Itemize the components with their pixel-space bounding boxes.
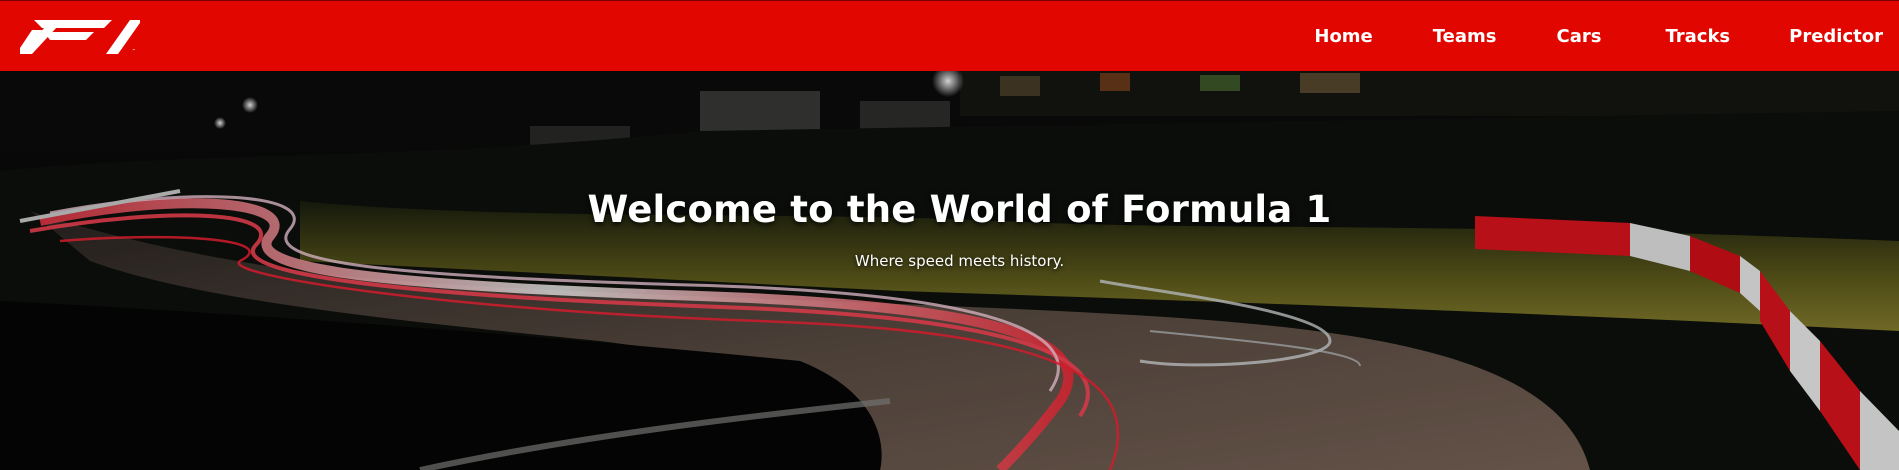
top-navbar: ™ Home Teams Cars Tracks Predictor (0, 0, 1899, 71)
nav-tracks-link[interactable]: Tracks (1665, 26, 1730, 47)
f1-logo-icon[interactable]: ™ (20, 20, 140, 54)
hero-subtitle: Where speed meets history. (854, 252, 1065, 270)
nav-home-link[interactable]: Home (1314, 26, 1372, 47)
hero-background-image (0, 71, 1899, 470)
main-nav: Home Teams Cars Tracks Predictor (1314, 1, 1899, 72)
nav-predictor-link[interactable]: Predictor (1789, 26, 1883, 47)
hero-title: Welcome to the World of Formula 1 (587, 188, 1332, 231)
svg-text:™: ™ (132, 48, 136, 53)
nav-teams-link[interactable]: Teams (1433, 26, 1497, 47)
hero-banner: Welcome to the World of Formula 1 Where … (0, 71, 1899, 470)
nav-cars-link[interactable]: Cars (1557, 26, 1602, 47)
